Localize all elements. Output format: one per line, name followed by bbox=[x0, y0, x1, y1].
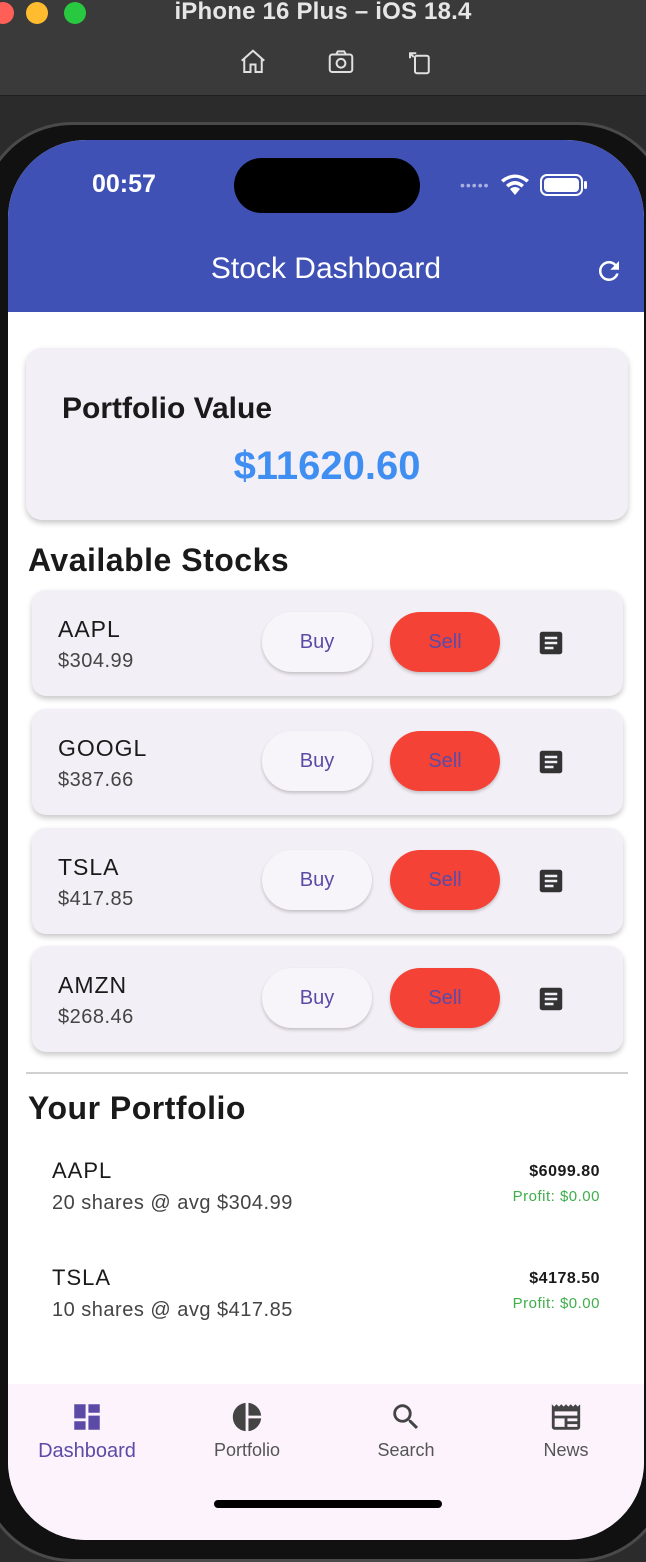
portfolio-value-title: Portfolio Value bbox=[62, 392, 273, 425]
rotate-icon bbox=[409, 52, 430, 75]
search-icon bbox=[393, 1404, 419, 1430]
pie-chart-icon bbox=[232, 1402, 262, 1432]
home-button[interactable] bbox=[233, 42, 273, 82]
dynamic-island bbox=[234, 158, 420, 213]
nav-search[interactable]: Search bbox=[331, 1400, 481, 1461]
article-icon[interactable] bbox=[536, 984, 566, 1014]
status-time: 00:57 bbox=[92, 170, 156, 198]
portfolio-value-amount: $11620.60 bbox=[233, 444, 421, 488]
screenshot-icon bbox=[328, 50, 354, 73]
available-stocks-heading: Available Stocks bbox=[28, 542, 290, 578]
stock-symbol: AAPL bbox=[58, 616, 121, 642]
home-indicator[interactable] bbox=[214, 1500, 442, 1508]
app-bar: 00:57 ••••• Stock Dashboard bbox=[8, 140, 644, 312]
article-icon[interactable] bbox=[536, 628, 566, 658]
nav-label: Dashboard bbox=[38, 1440, 136, 1462]
nav-label: Portfolio bbox=[213, 1440, 281, 1460]
portfolio-row-tsla[interactable]: TSLA 10 shares @ avg $417.85 $4178.50 Pr… bbox=[52, 1265, 600, 1345]
app-screen: 00:57 ••••• Stock Dashboard Portfolio Va… bbox=[8, 140, 644, 1540]
stock-symbol: GOOGL bbox=[58, 735, 148, 761]
section-divider bbox=[26, 1072, 628, 1074]
article-icon[interactable] bbox=[536, 866, 566, 896]
holding-symbol: TSLA bbox=[52, 1265, 112, 1290]
stock-card-tsla: TSLA $417.85 Buy Sell bbox=[32, 828, 623, 934]
sell-button[interactable]: Sell bbox=[390, 850, 500, 910]
stock-card-googl: GOOGL $387.66 Buy Sell bbox=[32, 709, 623, 815]
stock-symbol: AMZN bbox=[58, 972, 128, 998]
rotate-button[interactable] bbox=[400, 42, 440, 82]
wifi-icon bbox=[500, 174, 529, 195]
stock-price: $268.46 bbox=[58, 1006, 134, 1028]
stock-price: $304.99 bbox=[58, 650, 134, 672]
dashboard-icon bbox=[74, 1404, 100, 1430]
simulator-toolbar: iPhone 16 Plus – iOS 18.4 bbox=[0, 0, 646, 96]
stock-symbol: TSLA bbox=[58, 854, 120, 880]
nav-label: Search bbox=[377, 1440, 435, 1460]
cellular-icon: ••••• bbox=[460, 177, 490, 193]
stock-card-aapl: AAPL $304.99 Buy Sell bbox=[32, 590, 623, 696]
holding-profit: Profit: $0.00 bbox=[512, 1188, 600, 1205]
stock-card-amzn: AMZN $268.46 Buy Sell bbox=[32, 946, 623, 1052]
sell-button[interactable]: Sell bbox=[390, 612, 500, 672]
nav-dashboard[interactable]: Dashboard bbox=[12, 1400, 162, 1463]
holding-detail: 10 shares @ avg $417.85 bbox=[52, 1299, 293, 1321]
holding-value: $4178.50 bbox=[529, 1270, 600, 1287]
status-indicators: ••••• bbox=[460, 172, 588, 198]
stock-price: $387.66 bbox=[58, 769, 134, 791]
sell-button[interactable]: Sell bbox=[390, 968, 500, 1028]
buy-button[interactable]: Buy bbox=[262, 968, 372, 1028]
nav-label: News bbox=[543, 1440, 589, 1460]
buy-button[interactable]: Buy bbox=[262, 850, 372, 910]
portfolio-row-aapl[interactable]: AAPL 20 shares @ avg $304.99 $6099.80 Pr… bbox=[52, 1158, 600, 1238]
holding-profit: Profit: $0.00 bbox=[512, 1295, 600, 1312]
simulator-title: iPhone 16 Plus – iOS 18.4 bbox=[174, 0, 472, 25]
nav-portfolio[interactable]: Portfolio bbox=[172, 1400, 322, 1461]
holding-symbol: AAPL bbox=[52, 1158, 113, 1183]
nav-news[interactable]: News bbox=[491, 1400, 641, 1461]
buy-button[interactable]: Buy bbox=[262, 731, 372, 791]
buy-button[interactable]: Buy bbox=[262, 612, 372, 672]
portfolio-value-card: Portfolio Value $11620.60 bbox=[26, 348, 628, 520]
your-portfolio-heading: Your Portfolio bbox=[28, 1090, 246, 1126]
screenshot-button[interactable] bbox=[321, 42, 361, 82]
bottom-navigation: Dashboard Portfolio Search News bbox=[8, 1384, 644, 1540]
article-icon[interactable] bbox=[536, 747, 566, 777]
stock-price: $417.85 bbox=[58, 888, 134, 910]
sell-button[interactable]: Sell bbox=[390, 731, 500, 791]
home-icon bbox=[241, 49, 265, 73]
page-title: Stock Dashboard bbox=[210, 252, 442, 285]
holding-value: $6099.80 bbox=[529, 1163, 600, 1180]
battery-icon bbox=[539, 174, 587, 196]
refresh-icon[interactable] bbox=[594, 256, 624, 286]
news-icon bbox=[551, 1404, 581, 1430]
holding-detail: 20 shares @ avg $304.99 bbox=[52, 1192, 293, 1214]
